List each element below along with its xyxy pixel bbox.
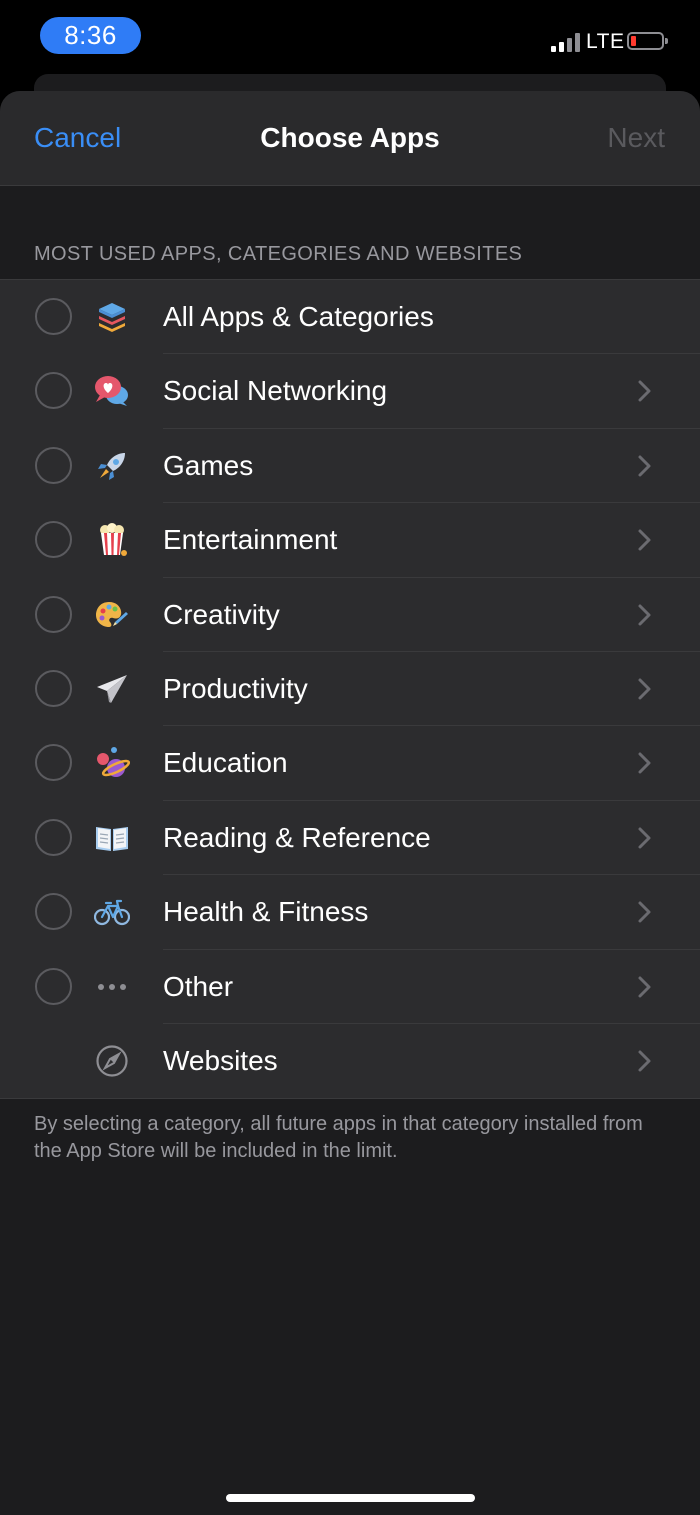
signal-bars-icon [551,32,581,52]
radio-button[interactable] [35,298,72,335]
chevron-right-icon [638,455,651,477]
chevron-right-icon [638,901,651,923]
popcorn-icon [94,522,130,558]
radio-button[interactable] [35,744,72,782]
list-item-label: Education [163,747,288,779]
list-item-label: Creativity [163,598,280,630]
chevron-right-icon [638,604,651,626]
chevron-right-icon [638,976,651,998]
list-item-label: Websites [163,1044,278,1076]
chevron-right-icon [638,827,651,849]
chevron-right-icon [638,380,651,402]
section-header: MOST USED APPS, CATEGORIES AND WEBSITES [34,243,523,265]
list-item-label: Health & Fitness [163,896,369,928]
stack-icon [94,299,130,335]
bicycle-icon [94,894,130,930]
chat-bubble-heart-icon [94,373,130,409]
chevron-right-icon [638,1050,651,1072]
next-button[interactable]: Next [607,122,665,154]
chevron-right-icon [638,752,651,774]
radio-button[interactable] [35,372,72,410]
list-item-games[interactable]: Games [0,429,700,504]
list-item-social-networking[interactable]: Social Networking [0,354,700,429]
paint-palette-icon [94,597,130,633]
status-bar: 8:36 LTE [0,0,700,74]
ellipsis-icon [94,969,130,1005]
battery-icon [627,32,668,50]
network-label: LTE [586,30,625,53]
status-time: 8:36 [40,17,141,54]
home-indicator[interactable] [226,1494,475,1502]
rocket-icon [94,448,130,484]
choose-apps-sheet: Cancel Choose Apps Next MOST USED APPS, … [0,91,700,1515]
list-item-reading-reference[interactable]: Reading & Reference [0,801,700,876]
list-item-productivity[interactable]: Productivity [0,652,700,727]
list-item-label: Other [163,970,234,1002]
list-item-creativity[interactable]: Creativity [0,578,700,652]
planet-icon [94,745,130,781]
radio-button[interactable] [35,446,72,484]
radio-button[interactable] [35,967,72,1005]
list-item-label: All Apps & Categories [163,301,434,332]
nav-bar: Cancel Choose Apps Next [0,91,700,186]
open-book-icon [94,820,130,856]
list-item-label: Productivity [163,672,308,704]
list-item-websites[interactable]: Websites [0,1024,700,1098]
chevron-right-icon [638,529,651,551]
paper-plane-icon [94,671,130,707]
list-item-entertainment[interactable]: Entertainment [0,503,700,578]
list-item-label: Games [163,449,254,481]
list-item-label: Entertainment [163,524,338,556]
radio-button[interactable] [35,521,72,559]
radio-button[interactable] [35,595,72,633]
list-item-label: Reading & Reference [163,821,431,853]
footer-note: By selecting a category, all future apps… [34,1113,643,1162]
list-item-other[interactable]: Other [0,950,700,1024]
radio-button[interactable] [35,669,72,707]
radio-button[interactable] [35,818,72,856]
compass-icon [94,1043,130,1079]
radio-button[interactable] [35,893,72,931]
page-title: Choose Apps [260,122,440,153]
list-item-label: Social Networking [163,375,388,407]
list-item-health-fitness[interactable]: Health & Fitness [0,875,700,950]
category-list: All Apps & Categories Social Networking [0,279,700,1100]
list-item-education[interactable]: Education [0,726,700,801]
list-item-all-apps[interactable]: All Apps & Categories [0,280,700,355]
chevron-right-icon [638,678,651,700]
